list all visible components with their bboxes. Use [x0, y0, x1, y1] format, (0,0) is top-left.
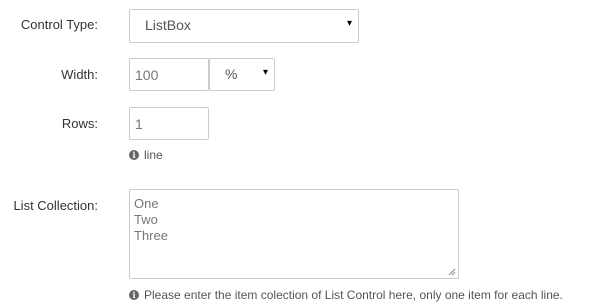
control-type-label: Control Type:: [20, 17, 98, 32]
control-type-select[interactable]: ListBox ▾: [129, 9, 359, 43]
rows-help: i line: [129, 148, 163, 162]
resize-grip-icon[interactable]: [448, 268, 456, 276]
list-item: Two: [134, 212, 158, 227]
info-circle-icon: i: [129, 290, 139, 300]
rows-label: Rows:: [61, 116, 98, 131]
list-item: One: [134, 196, 159, 211]
control-type-value: ListBox: [145, 17, 191, 33]
list-collection-help-text: Please enter the item colection of List …: [144, 288, 563, 302]
list-collection-label: List Collection:: [13, 198, 98, 213]
list-collection-help: i Please enter the item colection of Lis…: [129, 288, 563, 302]
width-unit-value: %: [225, 66, 238, 82]
width-value: 100: [135, 67, 159, 83]
caret-down-icon: ▾: [346, 18, 352, 29]
rows-help-text: line: [144, 148, 163, 162]
info-circle-icon: i: [129, 150, 139, 160]
rows-input[interactable]: 1: [129, 107, 209, 140]
width-label: Width:: [61, 67, 98, 82]
list-collection-textarea[interactable]: One Two Three: [129, 189, 459, 279]
list-collection-lines: One Two Three: [134, 196, 168, 244]
rows-value: 1: [135, 116, 143, 132]
width-input[interactable]: 100: [129, 58, 209, 91]
width-unit-select[interactable]: % ▾: [209, 58, 275, 91]
caret-down-icon: ▾: [262, 67, 268, 78]
list-item: Three: [134, 228, 168, 243]
